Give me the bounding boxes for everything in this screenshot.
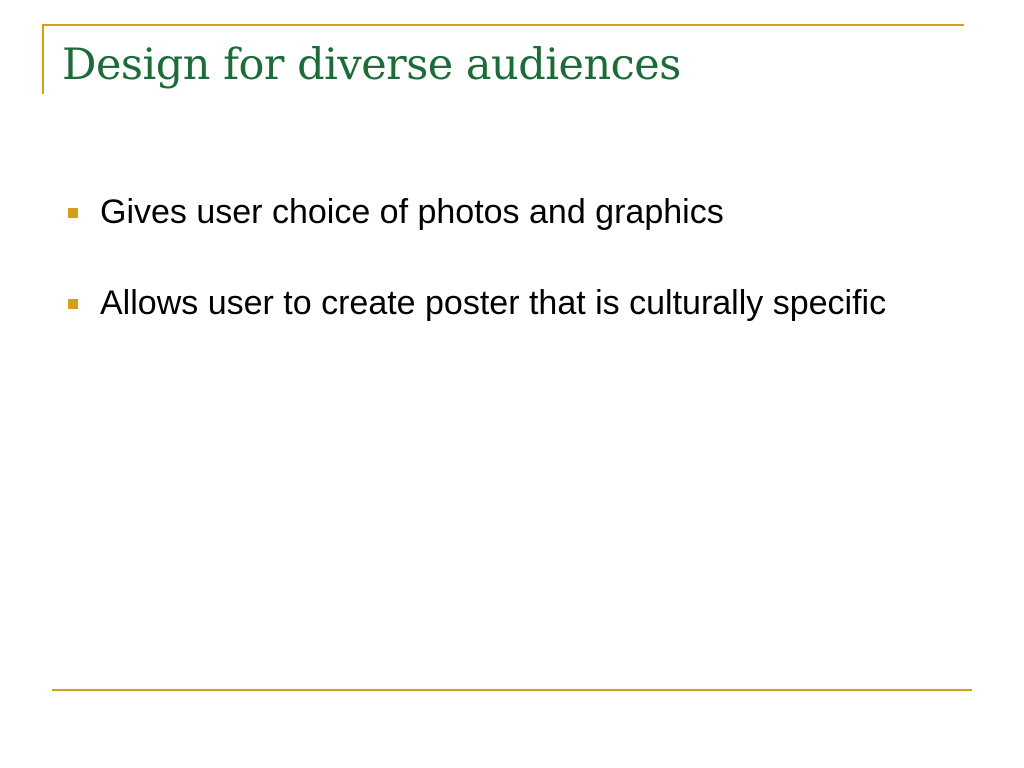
bottom-accent-rule	[52, 689, 972, 691]
bullet-text: Gives user choice of photos and graphics	[100, 193, 724, 231]
bullet-list: Gives user choice of photos and graphics…	[62, 188, 962, 370]
top-accent-rule	[42, 24, 964, 26]
left-accent-rule	[42, 24, 44, 94]
bullet-text: Allows user to create poster that is cul…	[100, 284, 887, 322]
slide-title: Design for diverse audiences	[62, 40, 681, 90]
square-bullet-icon	[68, 299, 78, 309]
bullet-item: Allows user to create poster that is cul…	[62, 279, 962, 327]
bullet-item: Gives user choice of photos and graphics	[62, 188, 962, 236]
square-bullet-icon	[68, 208, 78, 218]
slide: Design for diverse audiences Gives user …	[0, 0, 1024, 768]
